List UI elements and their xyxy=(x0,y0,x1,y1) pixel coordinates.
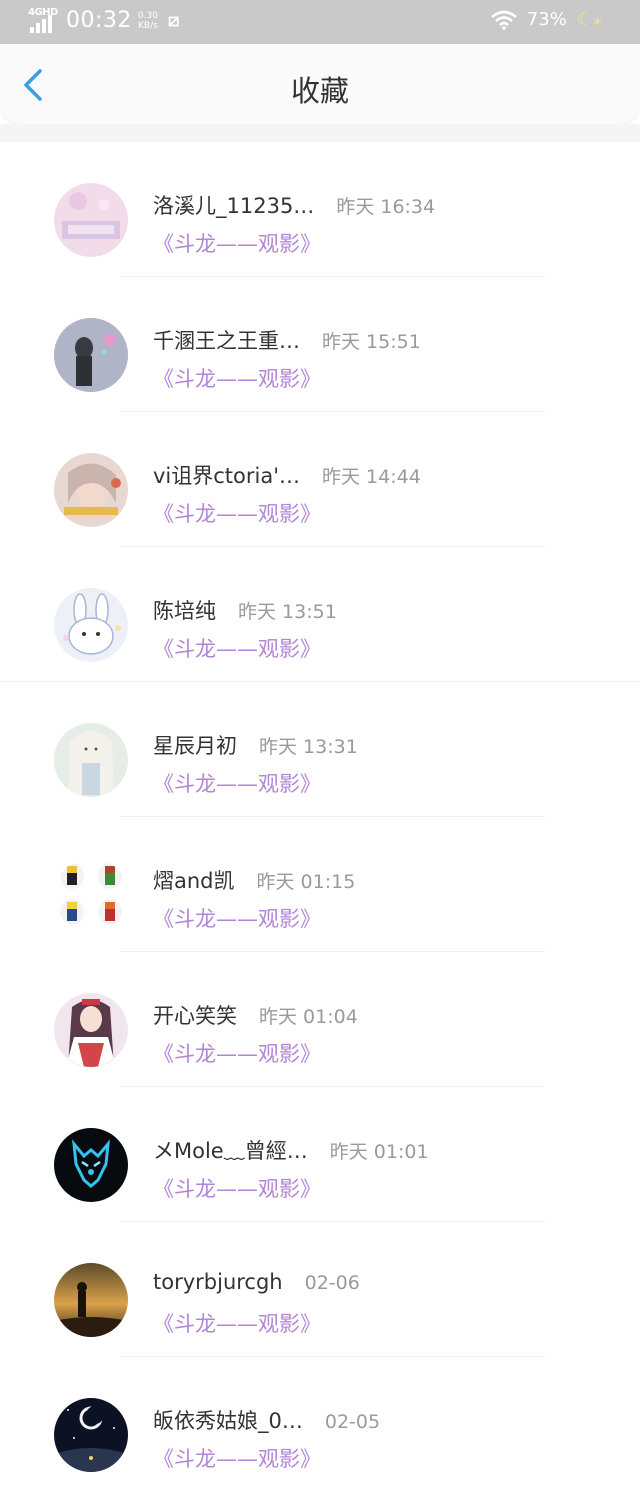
timestamp: 昨天 01:01 xyxy=(329,1141,429,1163)
list-item[interactable]: 千溷王之王重… 昨天 15:51 《斗龙——观影》 xyxy=(0,277,640,412)
avatar xyxy=(54,858,128,932)
user-name: vi诅界ctoria'… xyxy=(153,464,300,488)
favorites-list: 洛溪儿_11235… 昨天 16:34 《斗龙——观影》 千溷王之王重… 昨天 … xyxy=(0,142,640,1492)
user-name: 熠and凯 xyxy=(153,869,235,893)
list-item[interactable]: 星辰月初 昨天 13:31 《斗龙——观影》 xyxy=(0,682,640,817)
avatar xyxy=(54,453,128,527)
list-item[interactable]: 开心笑笑 昨天 01:04 《斗龙——观影》 xyxy=(0,952,640,1087)
avatar xyxy=(54,993,128,1067)
status-bar: 4GHD 00:32 0.30 KB/s ⧄ 73% ☾⁎ xyxy=(0,0,640,44)
post-title[interactable]: 《斗龙——观影》 xyxy=(153,1308,321,1338)
user-name: 千溷王之王重… xyxy=(153,329,300,353)
avatar xyxy=(54,318,128,392)
timestamp: 昨天 13:31 xyxy=(259,736,358,758)
timestamp: 02-05 xyxy=(324,1411,381,1433)
avatar xyxy=(54,1398,128,1472)
post-title[interactable]: 《斗龙——观影》 xyxy=(153,1038,321,1068)
avatar xyxy=(54,1128,128,1202)
timestamp: 昨天 01:15 xyxy=(256,871,356,893)
page-title: 收藏 xyxy=(290,74,349,108)
list-item[interactable]: toryrbjurcgh 02-06 《斗龙——观影》 xyxy=(0,1222,640,1357)
timestamp: 昨天 01:04 xyxy=(259,1006,358,1028)
post-title[interactable]: 《斗龙——观影》 xyxy=(153,633,321,663)
user-name: 开心笑笑 xyxy=(153,1004,237,1028)
list-item[interactable]: vi诅界ctoria'… 昨天 14:44 《斗龙——观影》 xyxy=(0,412,640,547)
nav-bar: 收藏 xyxy=(0,44,640,124)
user-name: メMole﹏曾經… xyxy=(153,1139,308,1163)
clock: 00:32 xyxy=(66,8,132,33)
avatar xyxy=(54,588,128,662)
night-mode-icon: ☾⁎ xyxy=(576,9,602,30)
timestamp: 02-06 xyxy=(304,1272,360,1294)
post-title[interactable]: 《斗龙——观影》 xyxy=(153,768,321,798)
timestamp: 昨天 14:44 xyxy=(322,466,421,488)
user-name: 皈依秀姑娘_0… xyxy=(153,1409,303,1433)
list-item[interactable]: メMole﹏曾經… 昨天 01:01 《斗龙——观影》 xyxy=(0,1087,640,1222)
post-title[interactable]: 《斗龙——观影》 xyxy=(153,228,321,258)
user-name: 陈培纯 xyxy=(153,599,216,623)
list-item[interactable]: 洛溪儿_11235… 昨天 16:34 《斗龙——观影》 xyxy=(0,142,640,277)
list-item[interactable]: 陈培纯 昨天 13:51 《斗龙——观影》 xyxy=(0,547,640,682)
user-name: 洛溪儿_11235… xyxy=(153,194,315,218)
post-title[interactable]: 《斗龙——观影》 xyxy=(153,498,321,528)
timestamp: 昨天 16:34 xyxy=(336,196,436,218)
timestamp: 昨天 13:51 xyxy=(238,601,337,623)
sim-icon: ⧄ xyxy=(167,10,180,31)
avatar xyxy=(54,723,128,797)
header-separator xyxy=(0,124,640,142)
timestamp: 昨天 15:51 xyxy=(322,331,421,353)
user-name: toryrbjurcgh xyxy=(153,1270,283,1294)
list-item[interactable]: 皈依秀姑娘_0… 02-05 《斗龙——观影》 xyxy=(0,1357,640,1492)
post-title[interactable]: 《斗龙——观影》 xyxy=(153,1173,321,1203)
post-title[interactable]: 《斗龙——观影》 xyxy=(153,1443,321,1473)
wifi-icon xyxy=(491,10,517,30)
avatar xyxy=(54,1263,128,1337)
cellular-signal-icon: 4GHD xyxy=(28,7,58,33)
user-name: 星辰月初 xyxy=(153,734,237,758)
network-speed: 0.30 KB/s xyxy=(137,10,158,31)
post-title[interactable]: 《斗龙——观影》 xyxy=(153,903,321,933)
battery-level: 73% xyxy=(526,9,567,30)
list-item[interactable]: 熠and凯 昨天 01:15 《斗龙——观影》 xyxy=(0,817,640,952)
post-title[interactable]: 《斗龙——观影》 xyxy=(153,363,321,393)
avatar xyxy=(54,183,128,257)
